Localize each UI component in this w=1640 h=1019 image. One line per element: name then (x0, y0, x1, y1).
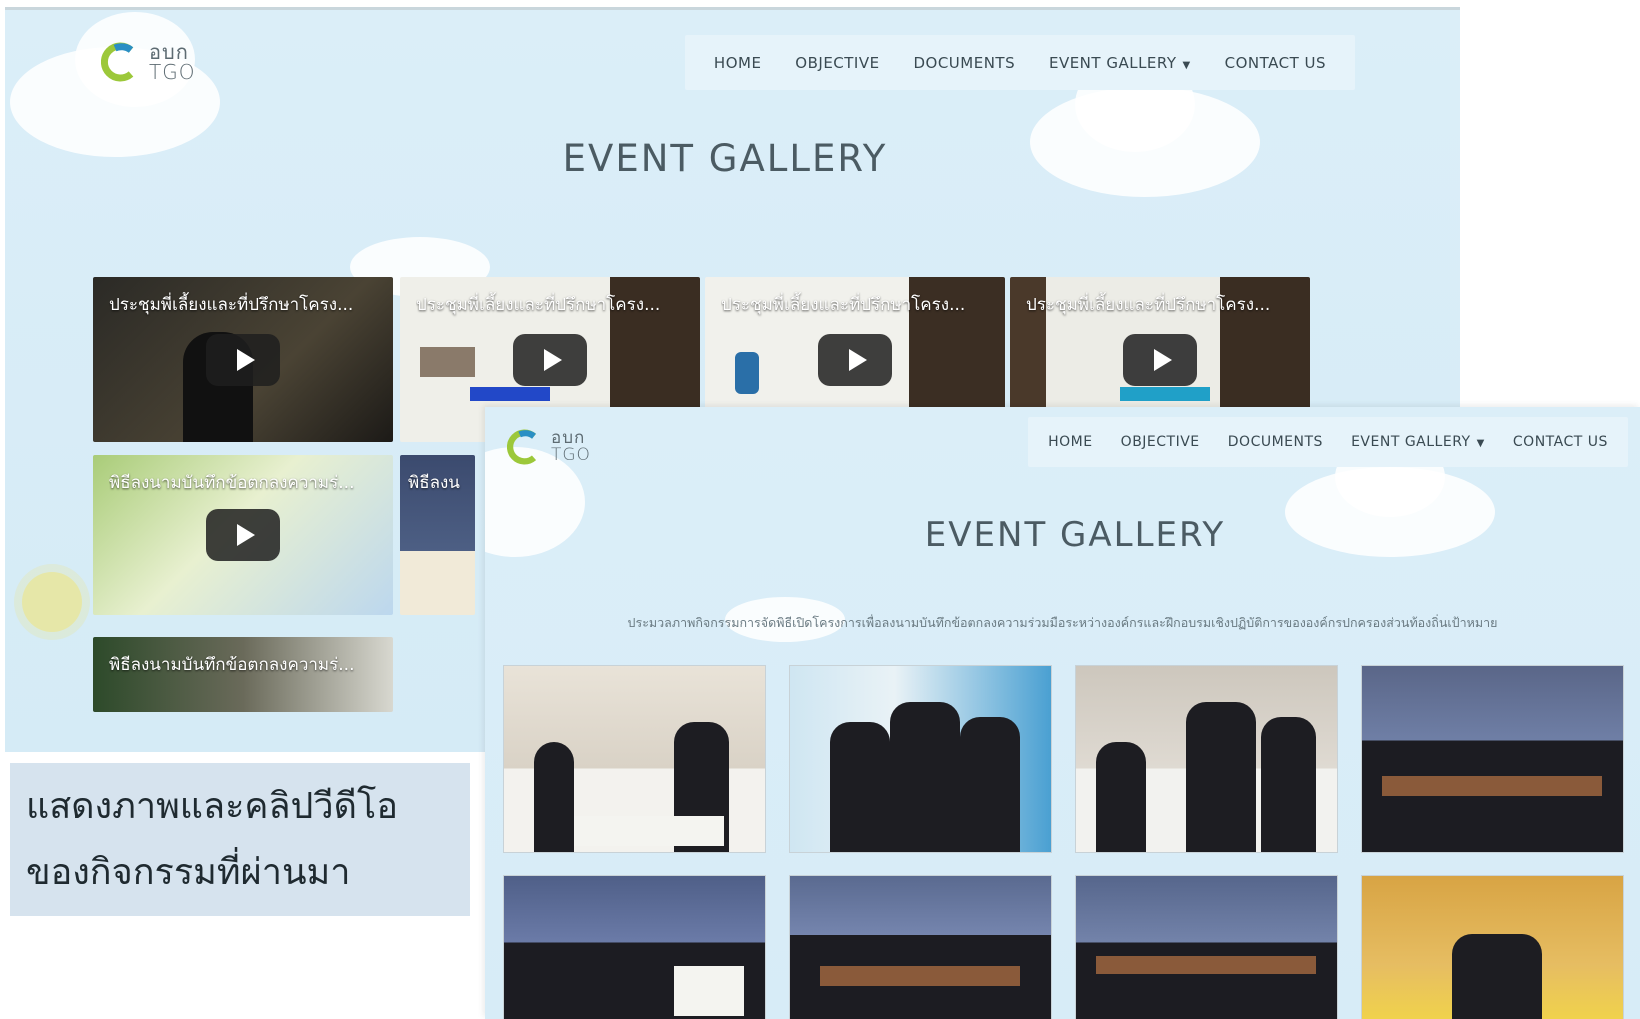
video-title: พิธีลงนามบันทึกข้อตกลงความร่... (109, 473, 355, 493)
gallery-photo[interactable] (1075, 665, 1338, 853)
photo-person (1261, 717, 1316, 852)
photo-person (534, 742, 574, 852)
nav-event-gallery-label: EVENT GALLERY (1351, 434, 1471, 450)
photo-person (890, 702, 960, 852)
video-thumbnail[interactable]: พิธีลงนามบันทึกข้อตกลงความร่... (93, 455, 393, 615)
photo-certificates (1382, 776, 1602, 796)
nav-objective[interactable]: OBJECTIVE (795, 54, 879, 72)
gallery-photo[interactable] (789, 875, 1052, 1019)
main-nav: HOME OBJECTIVE DOCUMENTS EVENT GALLERY ▼ … (685, 35, 1355, 90)
nav-event-gallery[interactable]: EVENT GALLERY ▼ (1049, 54, 1191, 72)
tgo-logo[interactable]: อบก TGO (507, 429, 591, 465)
photo-certificates (674, 966, 744, 1016)
caret-down-icon: ▼ (1182, 59, 1191, 71)
photo-certificates (1096, 956, 1316, 974)
gallery-photo[interactable] (503, 875, 766, 1019)
nav-contact-us[interactable]: CONTACT US (1225, 54, 1326, 72)
logo-line-thai: อบก (149, 40, 189, 64)
caption-box: แสดงภาพและคลิปวีดีโอ ของกิจกรรมที่ผ่านมา (10, 763, 470, 916)
video-title: ประชุมพี่เลี้ยงและที่ปรึกษาโครง... (416, 295, 661, 315)
video-thumbnail[interactable]: พิธีลงน (400, 455, 475, 615)
nav-documents[interactable]: DOCUMENTS (913, 54, 1015, 72)
gallery-photo[interactable] (503, 665, 766, 853)
logo-line-tgo: TGO (551, 445, 591, 465)
nav-documents[interactable]: DOCUMENTS (1228, 434, 1323, 450)
caret-down-icon: ▼ (1476, 438, 1485, 449)
gallery-photo[interactable] (789, 665, 1052, 853)
page-title: EVENT GALLERY (562, 137, 888, 180)
nav-home[interactable]: HOME (714, 54, 762, 72)
photo-person (830, 722, 890, 852)
nav-event-gallery[interactable]: EVENT GALLERY ▼ (1351, 434, 1485, 450)
photo-document (574, 816, 724, 846)
video-thumbnail[interactable]: พิธีลงนามบันทึกข้อตกลงความร่... (93, 637, 393, 712)
video-title: ประชุมพี่เลี้ยงและที่ปรึกษาโครง... (721, 295, 966, 315)
tgo-logo[interactable]: อบก TGO (101, 42, 195, 82)
photo-person (960, 717, 1020, 852)
video-title: ประชุมพี่เลี้ยงและที่ปรึกษาโครง... (109, 295, 354, 315)
slide-label (470, 387, 550, 401)
play-icon[interactable] (818, 333, 892, 386)
sun-decoration (22, 572, 82, 632)
gallery-photo[interactable] (1361, 665, 1624, 853)
top-border (5, 7, 1460, 10)
video-thumbnail[interactable]: ประชุมพี่เลี้ยงและที่ปรึกษาโครง... (93, 277, 393, 442)
tgo-logo-mark-icon (507, 429, 543, 465)
caption-line-2: ของกิจกรรมที่ผ่านมา (26, 851, 351, 893)
slide-label (1120, 387, 1210, 401)
play-icon[interactable] (206, 333, 280, 386)
slide-image (420, 347, 475, 377)
front-screenshot: อบก TGO HOME OBJECTIVE DOCUMENTS EVENT G… (485, 407, 1640, 1019)
play-icon[interactable] (513, 333, 587, 386)
tgo-logo-text: อบก TGO (551, 430, 591, 464)
video-title: พิธีลงน (408, 473, 460, 493)
play-icon[interactable] (206, 509, 280, 561)
tgo-logo-mark-icon (101, 42, 141, 82)
photo-person (1452, 934, 1542, 1019)
nav-objective[interactable]: OBJECTIVE (1121, 434, 1200, 450)
gallery-photo[interactable] (1361, 875, 1624, 1019)
main-nav: HOME OBJECTIVE DOCUMENTS EVENT GALLERY ▼ … (1028, 417, 1628, 467)
photo-person (1186, 702, 1256, 852)
logo-line-tgo: TGO (149, 60, 196, 84)
video-title: ประชุมพี่เลี้ยงและที่ปรึกษาโครง... (1026, 295, 1271, 315)
tgo-logo-text: อบก TGO (149, 42, 195, 82)
gallery-description: ประมวลภาพกิจกรรมการจัดพิธีเปิดโครงการเพื… (627, 615, 1498, 630)
nav-event-gallery-label: EVENT GALLERY (1048, 53, 1177, 72)
page-title: EVENT GALLERY (924, 515, 1226, 555)
video-title: พิธีลงนามบันทึกข้อตกลงความร่... (109, 655, 355, 675)
nav-home[interactable]: HOME (1048, 434, 1092, 450)
photo-certificates (820, 966, 1020, 986)
caption-line-1: แสดงภาพและคลิปวีดีโอ (26, 785, 398, 827)
slide-image (735, 352, 759, 394)
play-icon[interactable] (1123, 333, 1197, 386)
gallery-photo[interactable] (1075, 875, 1338, 1019)
photo-person (1096, 742, 1146, 852)
nav-contact-us[interactable]: CONTACT US (1513, 434, 1608, 450)
